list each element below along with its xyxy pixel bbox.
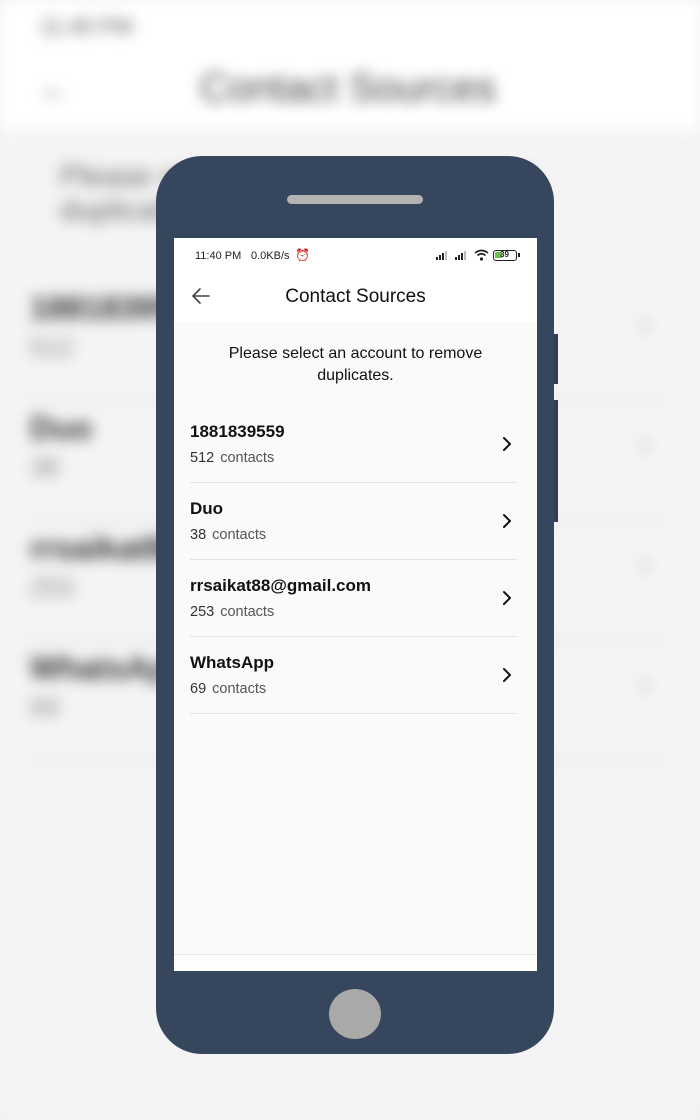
account-name: 1881839559 [190,422,285,441]
instruction-text: Please select an account to remove dupli… [228,345,483,384]
power-button [554,400,558,522]
backdrop-row-count: 512 [30,332,74,362]
account-name: WhatsApp [190,653,275,672]
contact-count-label: contacts [220,604,275,620]
contact-count-label: contacts [220,450,275,466]
chevron-right-icon [503,668,511,682]
status-bar: 11:40 PM 0.0KB/s ⏰ 39 [174,238,537,273]
phone-frame: 11:40 PM 0.0KB/s ⏰ 39 Contact Sources Pl… [156,156,558,1054]
battery-icon: 39 [493,250,520,261]
app-bar: Contact Sources [174,273,537,322]
contact-count-number: 253 [190,604,215,620]
account-contact-count: 253 contacts [190,604,274,620]
backdrop-chevron-icon: › [640,668,650,699]
contact-count-label: contacts [212,681,267,697]
signal-icon [436,251,447,260]
backdrop-chevron-icon: › [640,308,650,339]
status-time: 11:40 PM [195,250,242,262]
home-button[interactable] [329,989,381,1039]
chevron-right-icon [503,591,511,605]
account-name: Duo [190,499,224,518]
bottom-bar [174,954,537,971]
backdrop-back-icon: ← [38,70,70,106]
account-row[interactable]: WhatsApp 69 contacts [190,637,517,714]
backdrop-row-count: 69 [30,692,59,722]
account-row[interactable]: 1881839559 512 contacts [190,406,517,483]
account-contact-count: 38 contacts [190,527,266,543]
backdrop-row-count: 38 [30,452,59,482]
backdrop-chevron-icon: › [640,428,650,459]
chevron-right-icon [503,437,511,451]
backdrop-chevron-icon: › [640,548,650,579]
account-row[interactable]: rrsaikat88@gmail.com 253 contacts [190,560,517,637]
signal-icon [455,251,466,260]
battery-tip [518,253,520,257]
account-contact-count: 512 contacts [190,450,274,466]
status-network-speed: 0.0KB/s [251,250,290,262]
backdrop-row-name: Duo [30,410,93,446]
backdrop-status-time: 11:40 PM [40,14,133,39]
battery-level: 39 [500,250,509,259]
account-list: 1881839559 512 contacts Duo 38 contacts rr… [190,406,517,714]
alarm-icon: ⏰ [295,248,310,262]
backdrop-row-count: 253 [30,572,74,602]
contact-count-number: 512 [190,450,215,466]
account-contact-count: 69 contacts [190,681,266,697]
phone-screen: 11:40 PM 0.0KB/s ⏰ 39 Contact Sources Pl… [174,238,537,971]
chevron-right-icon [503,514,511,528]
backdrop-title: Contact Sources [200,66,496,110]
wifi-icon [474,249,489,261]
volume-button [554,334,558,384]
account-row[interactable]: Duo 38 contacts [190,483,517,560]
backdrop-header: 11:40 PM ← Contact Sources [0,0,700,130]
account-name: rrsaikat88@gmail.com [190,576,371,595]
contact-count-number: 69 [190,681,207,697]
contact-count-label: contacts [212,527,267,543]
contact-count-number: 38 [190,527,207,543]
page-title: Contact Sources [285,286,426,307]
speaker-grill [287,195,423,204]
